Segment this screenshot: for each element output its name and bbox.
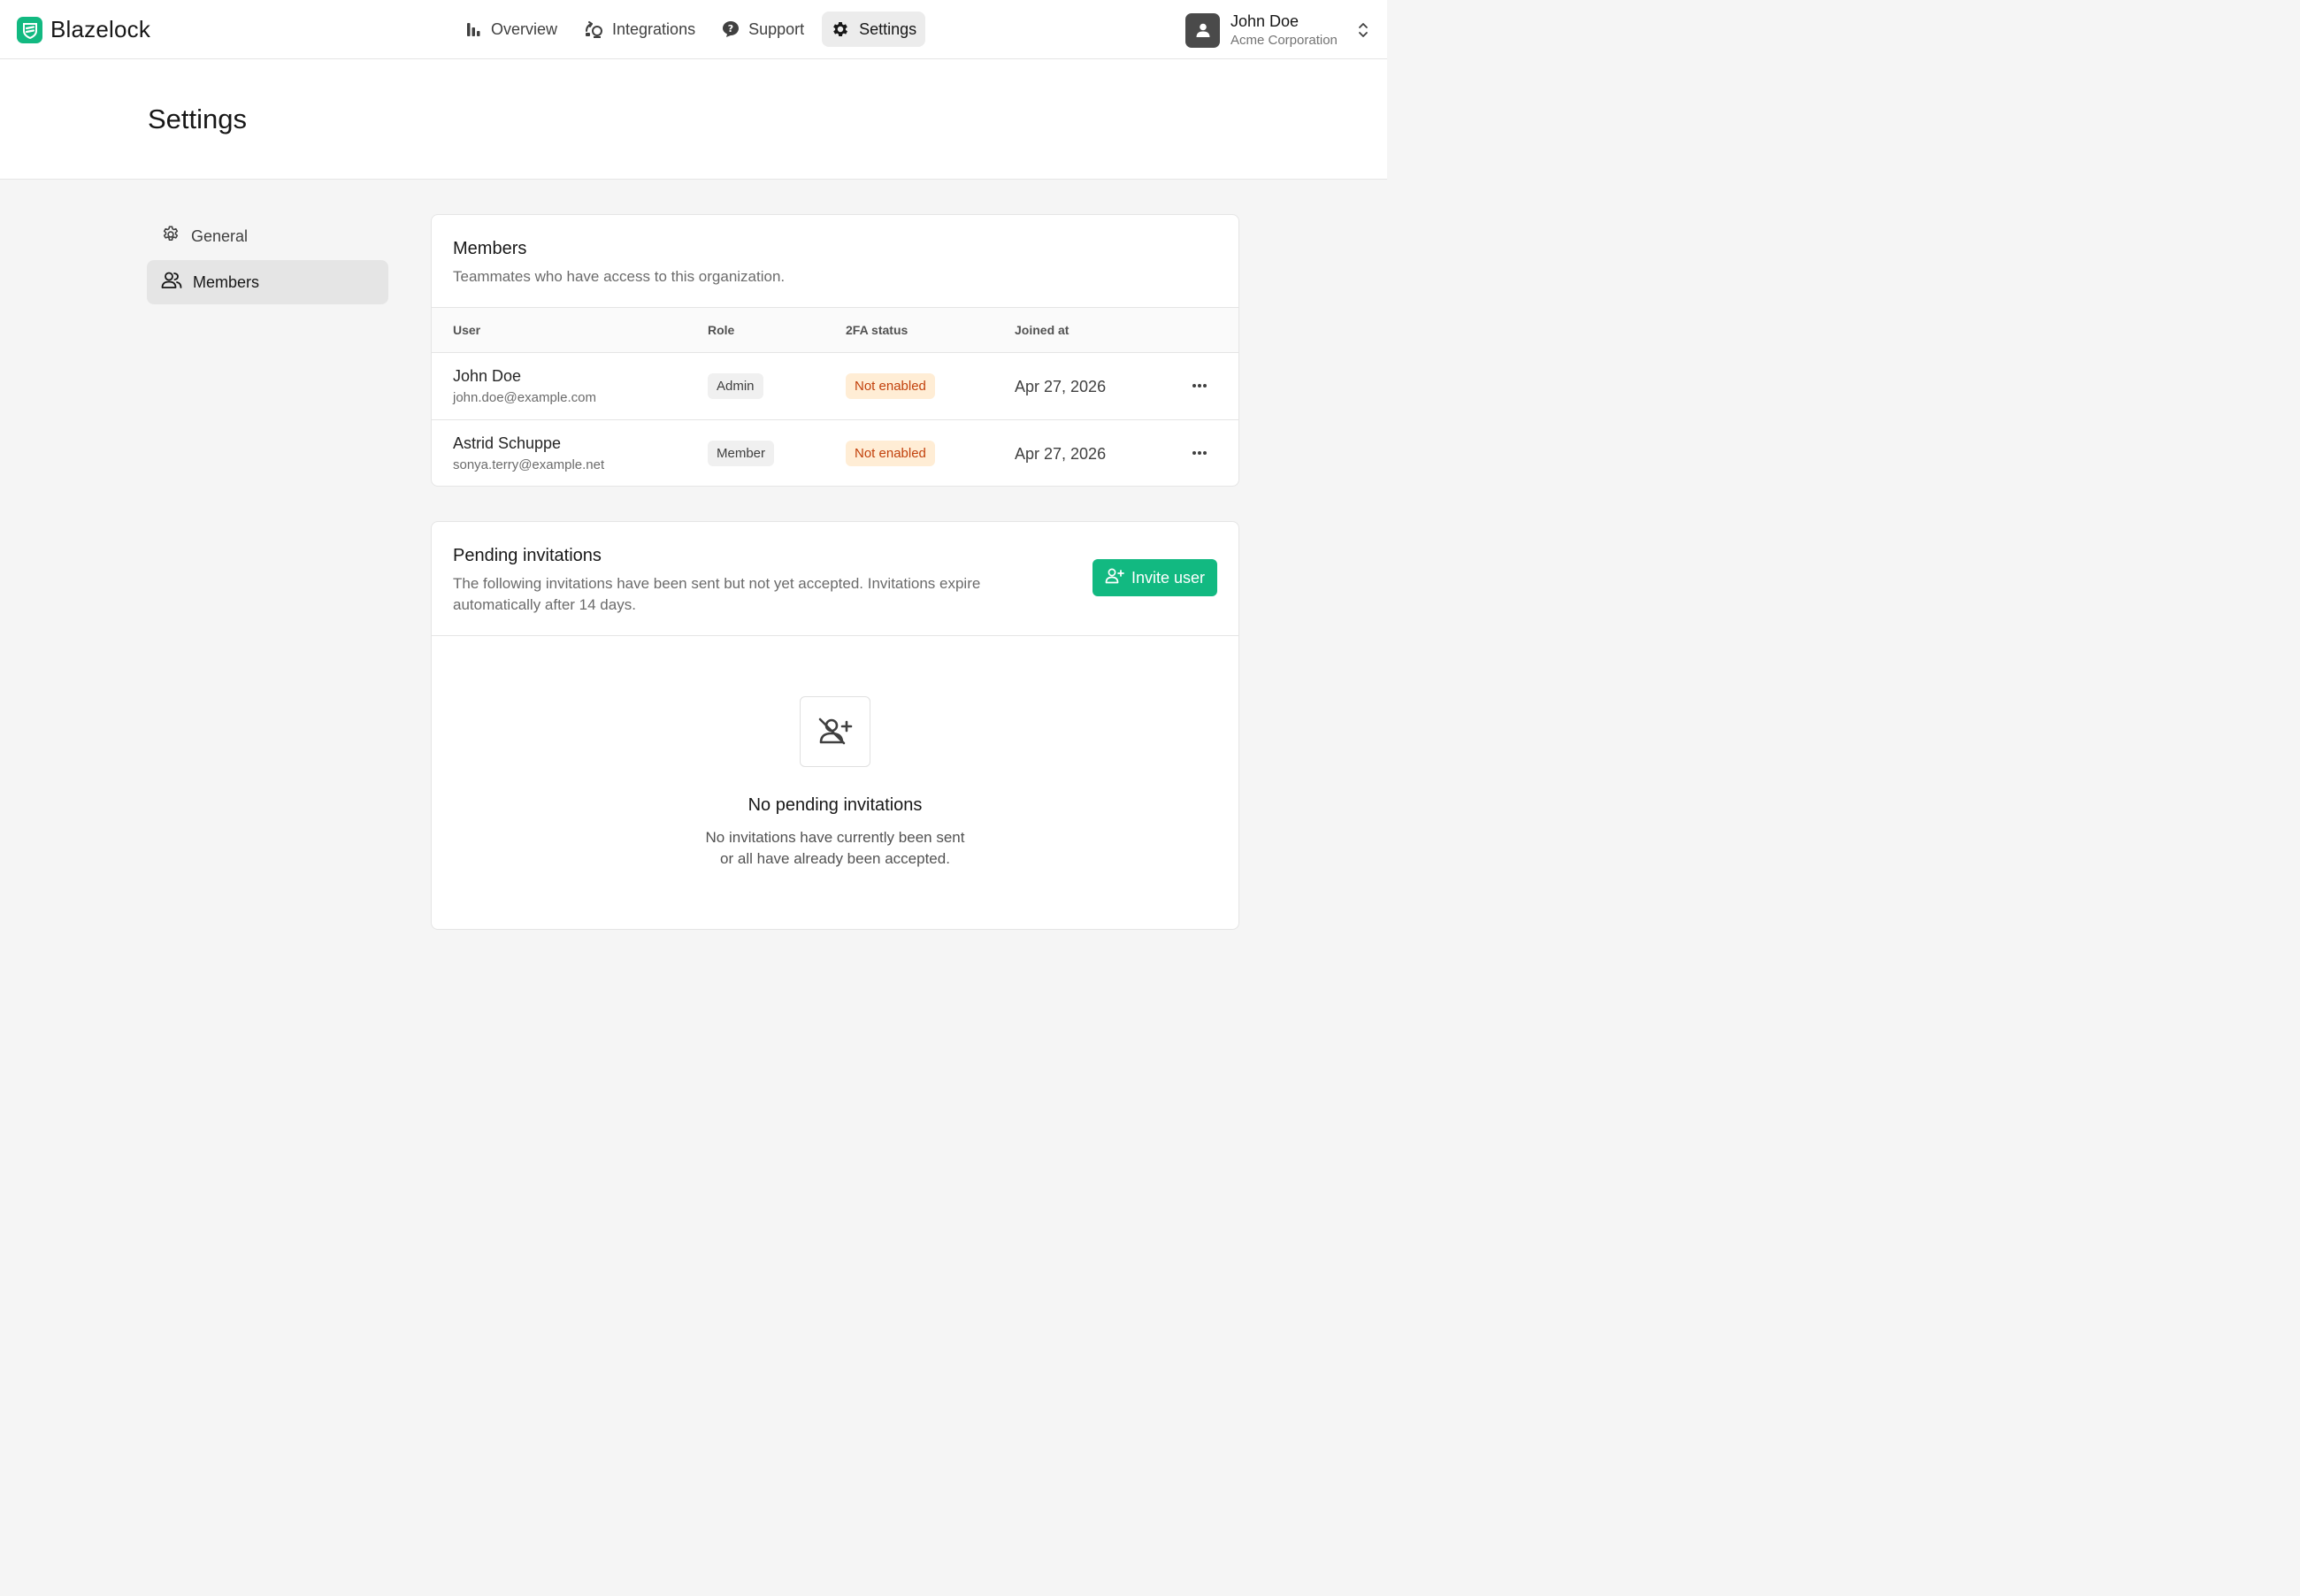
empty-state-line: or all have already been accepted.	[720, 850, 950, 867]
nav-item-settings[interactable]: Settings	[822, 12, 926, 47]
invite-user-label: Invite user	[1131, 568, 1206, 587]
user-off-icon	[800, 696, 870, 767]
brand[interactable]: Blazelock	[17, 16, 150, 43]
account-switcher[interactable]: John Doe Acme Corporation	[1185, 11, 1371, 50]
members-description: Teammates who have access to this organi…	[453, 268, 786, 285]
member-email: sonya.terry@example.net	[453, 457, 605, 472]
nav-item-label: Support	[748, 19, 805, 38]
role-badge: Member	[708, 441, 775, 466]
gear-icon	[831, 19, 850, 39]
nav-item-label: Integrations	[612, 19, 696, 38]
nav-item-overview[interactable]: Overview	[456, 12, 566, 47]
help-icon: ?	[722, 20, 740, 38]
users-icon	[161, 271, 182, 295]
2fa-status-badge: Not enabled	[846, 441, 935, 466]
member-name: John Doe	[453, 367, 522, 385]
sidebar-item-label: General	[191, 226, 249, 245]
table-row: John Doe john.doe@example.com Admin Not …	[432, 353, 1238, 420]
joined-date: Apr 27, 2026	[1015, 378, 1107, 395]
joined-date: Apr 27, 2026	[1015, 445, 1107, 463]
column-header-2fa-status[interactable]: 2FA status	[846, 323, 908, 337]
account-org: Acme Corporation	[1230, 33, 1338, 48]
pending-invitations-header: Pending invitations The following invita…	[432, 522, 1238, 636]
members-card: Members Teammates who have access to thi…	[431, 214, 1239, 487]
row-actions-menu-icon[interactable]	[1189, 444, 1210, 462]
pending-invitations-card: Pending invitations The following invita…	[431, 521, 1239, 930]
page-title: Settings	[148, 104, 248, 134]
invite-user-button[interactable]: Invite user	[1092, 559, 1218, 596]
sidebar-item-general[interactable]: General	[147, 214, 388, 258]
role-badge: Admin	[708, 373, 763, 399]
pending-invitations-description: The following invitations have been sent…	[453, 575, 981, 613]
svg-text:?: ?	[728, 23, 733, 35]
user-plus-icon	[1105, 568, 1124, 588]
empty-state-line: No invitations have currently been sent	[705, 829, 965, 846]
2fa-status-badge: Not enabled	[846, 373, 935, 399]
column-header-role[interactable]: Role	[708, 323, 734, 337]
column-header-joined-at[interactable]: Joined at	[1015, 323, 1069, 337]
members-title: Members	[453, 239, 527, 258]
integrations-icon	[584, 20, 603, 38]
member-email: john.doe@example.com	[453, 390, 596, 405]
chevron-up-down-icon	[1357, 21, 1369, 43]
brand-logo-icon	[17, 16, 42, 43]
nav-item-support[interactable]: ? Support	[713, 12, 813, 47]
empty-state: No pending invitations No invitations ha…	[432, 636, 1238, 928]
members-card-header: Members Teammates who have access to thi…	[432, 215, 1238, 308]
main-nav: Overview Integrations ? Support Settings	[456, 12, 926, 47]
account-name: John Doe	[1230, 12, 1300, 30]
empty-state-description: No invitations have currently been sent …	[658, 827, 1012, 870]
members-table-header: User Role 2FA status Joined at	[432, 308, 1238, 353]
nav-item-integrations[interactable]: Integrations	[575, 12, 704, 47]
nav-item-label: Overview	[491, 19, 558, 38]
nav-item-label: Settings	[859, 19, 917, 38]
bar-chart-icon	[464, 20, 482, 38]
avatar	[1185, 12, 1220, 48]
empty-state-title: No pending invitations	[748, 795, 923, 815]
settings-sidebar: General Members	[147, 214, 388, 306]
user-icon	[1196, 23, 1209, 37]
brand-name: Blazelock	[50, 16, 151, 42]
row-actions-menu-icon[interactable]	[1189, 377, 1210, 395]
sidebar-item-label: Members	[193, 272, 260, 291]
table-row: Astrid Schuppe sonya.terry@example.net M…	[432, 420, 1238, 486]
column-header-user[interactable]: User	[453, 323, 480, 337]
page-header: Settings	[0, 59, 1387, 180]
sidebar-item-members[interactable]: Members	[147, 260, 388, 304]
top-navigation-bar: Blazelock Overview Integrations ? Suppor…	[0, 0, 1387, 59]
member-name: Astrid Schuppe	[453, 434, 562, 452]
gear-outline-icon	[161, 225, 180, 249]
